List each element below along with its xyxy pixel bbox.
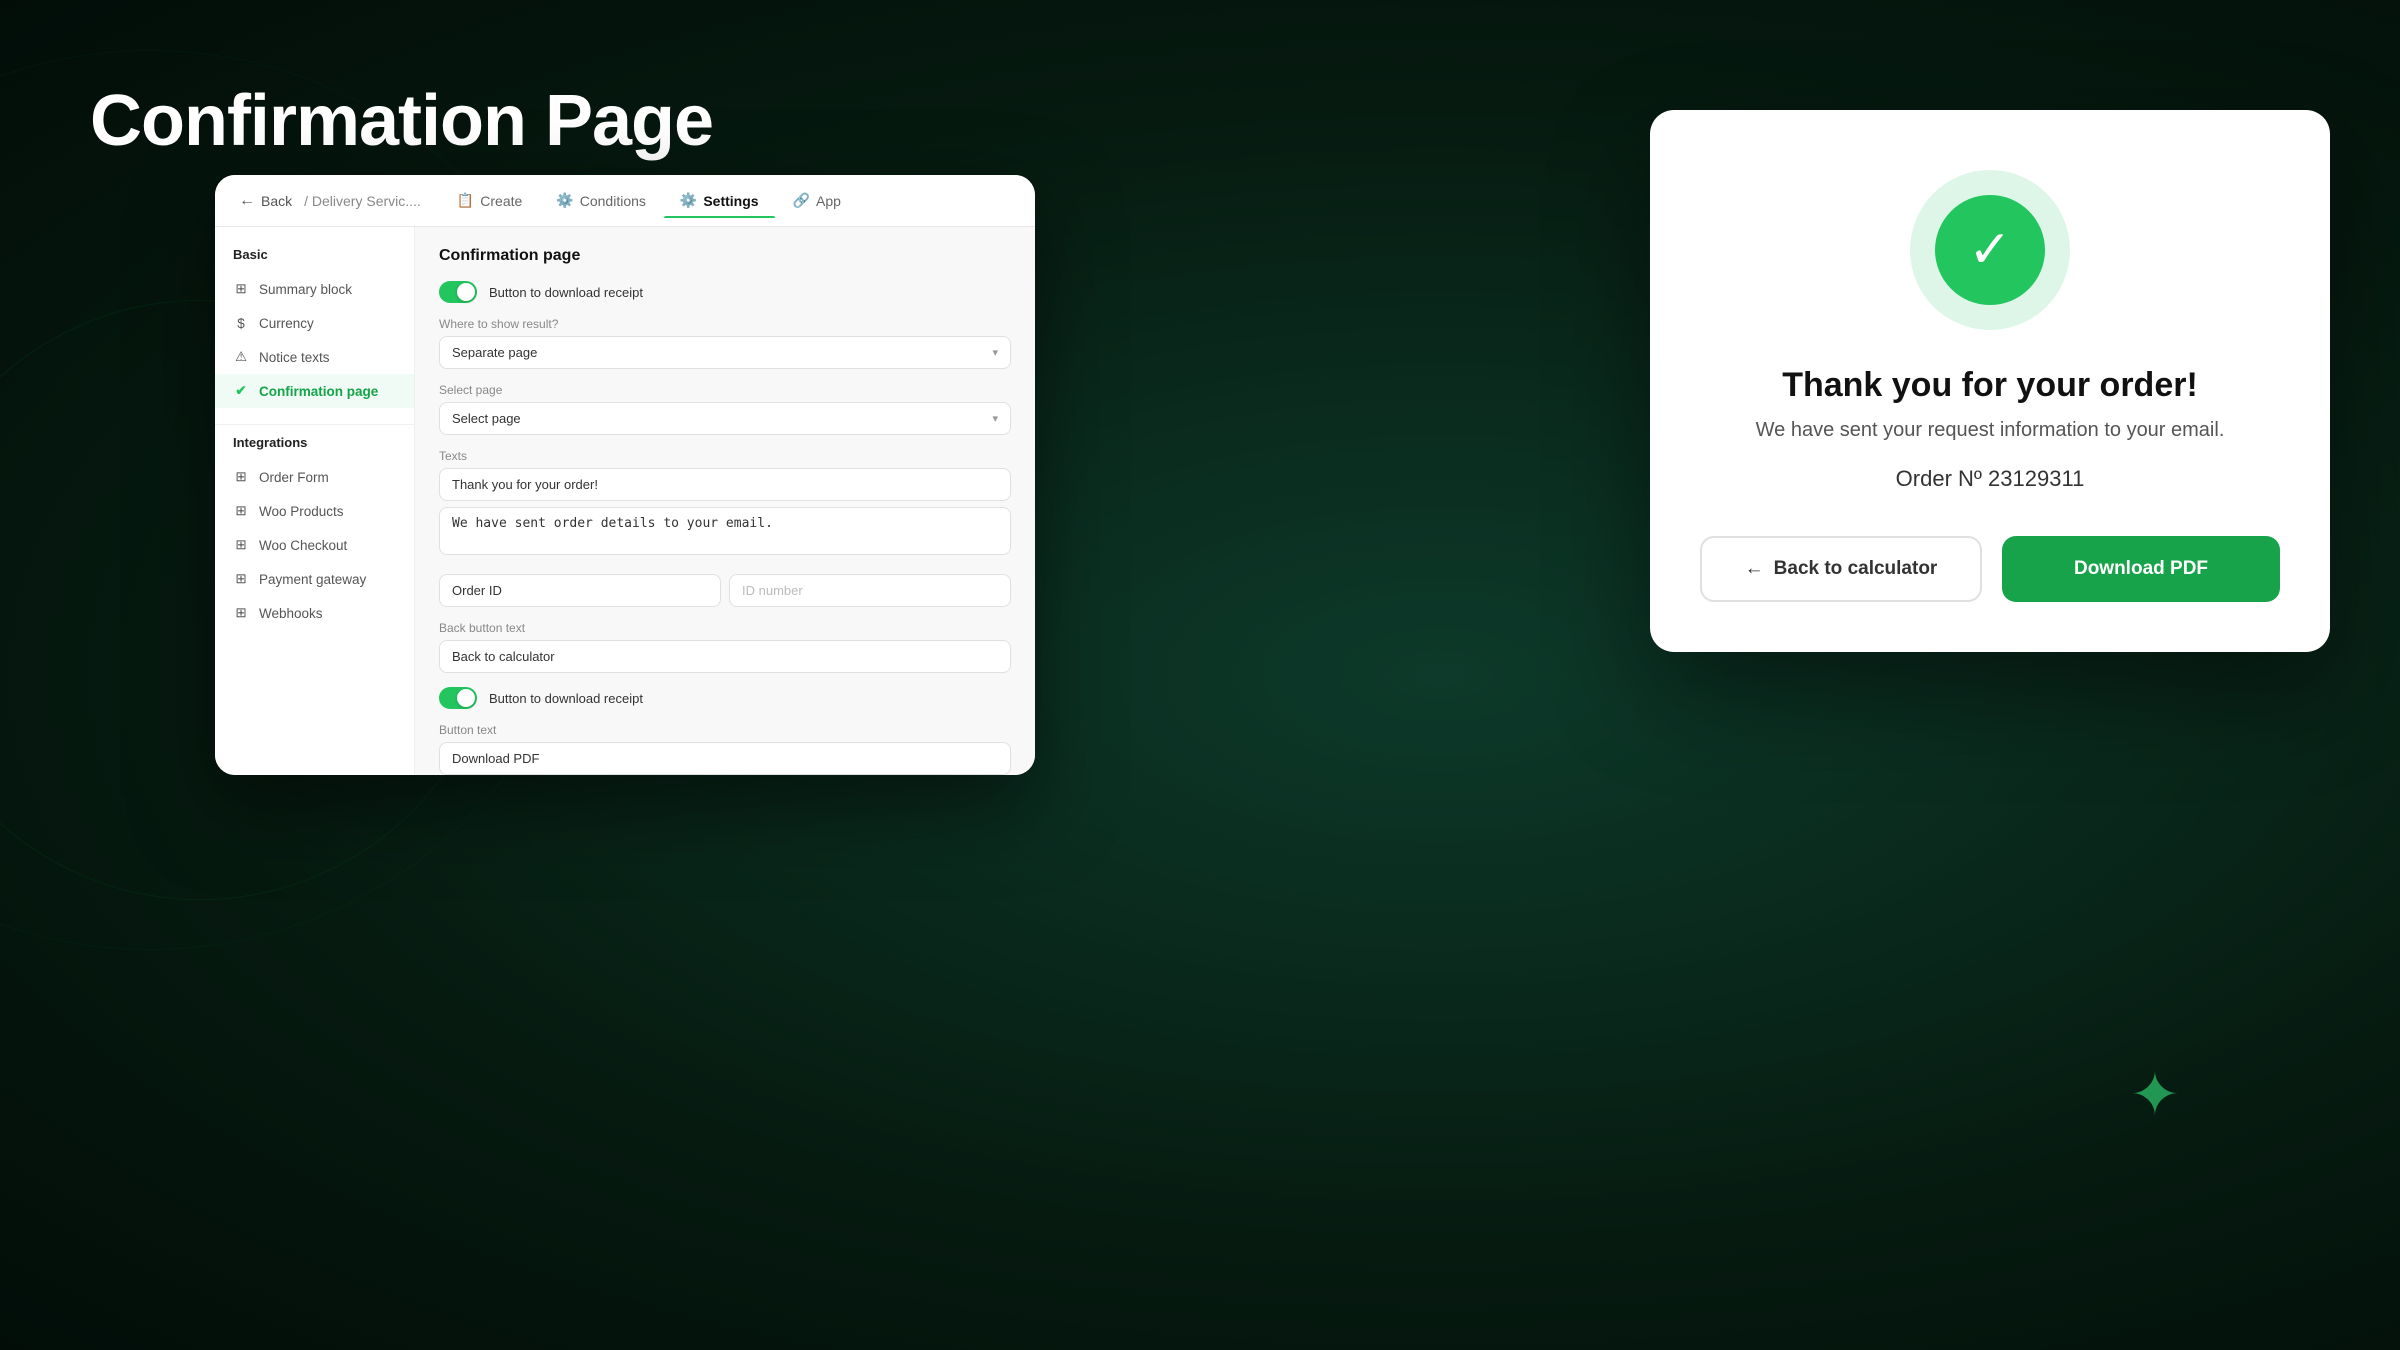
sidebar-item-currency[interactable]: $ Currency	[215, 306, 414, 340]
chevron-down-icon-2: ▾	[992, 412, 998, 425]
create-icon: 📋	[457, 192, 474, 209]
bg-star-decoration: ✦	[2130, 1060, 2180, 1130]
texts-row: Texts Thank you for your order! We have …	[439, 449, 1011, 560]
webhooks-icon: ⊞	[233, 605, 249, 621]
nav-bar: ← Back / Delivery Servic.... 📋 Create ⚙️…	[215, 175, 1035, 227]
texts-label: Texts	[439, 449, 1011, 463]
tab-app[interactable]: 🔗 App	[777, 184, 857, 217]
woo-products-icon: ⊞	[233, 503, 249, 519]
panel-title: Confirmation page	[439, 247, 1011, 265]
confirmation-page-icon: ✔	[233, 383, 249, 399]
where-to-show-row: Where to show result? Separate page ▾	[439, 317, 1011, 369]
download-pdf-button[interactable]: Download PDF	[2002, 536, 2280, 602]
button-text-row: Button text Download PDF	[439, 723, 1011, 775]
text-thank-you-input[interactable]: Thank you for your order!	[439, 468, 1011, 501]
order-id-input[interactable]: Order ID	[439, 574, 721, 607]
arrow-left-icon: ←	[1745, 558, 1764, 580]
back-arrow-icon: ←	[239, 192, 255, 210]
toggle-download-receipt-row: Button to download receipt	[439, 281, 1011, 303]
tab-create[interactable]: 📋 Create	[441, 184, 538, 217]
where-to-show-label: Where to show result?	[439, 317, 1011, 331]
summary-block-icon: ⊞	[233, 281, 249, 297]
sidebar-item-order-form[interactable]: ⊞ Order Form	[215, 460, 414, 494]
nav-tabs: 📋 Create ⚙️ Conditions ⚙️ Settings 🔗 App	[441, 184, 857, 217]
page-title: Confirmation Page	[90, 80, 713, 162]
sidebar-item-webhooks[interactable]: ⊞ Webhooks	[215, 596, 414, 630]
back-button-text-label: Back button text	[439, 621, 1011, 635]
select-page-row: Select page Select page ▾	[439, 383, 1011, 435]
order-form-icon: ⊞	[233, 469, 249, 485]
text-order-details-input[interactable]: We have sent order details to your email…	[439, 507, 1011, 555]
order-id-placeholder-input[interactable]: ID number	[729, 574, 1011, 607]
chevron-down-icon: ▾	[992, 346, 998, 359]
toggle-download-receipt2-label: Button to download receipt	[489, 691, 643, 706]
button-text-input[interactable]: Download PDF	[439, 742, 1011, 775]
app-window: ← Back / Delivery Servic.... 📋 Create ⚙️…	[215, 175, 1035, 775]
toggle-download-receipt[interactable]	[439, 281, 477, 303]
sidebar-item-summary-block[interactable]: ⊞ Summary block	[215, 272, 414, 306]
content-area: Basic ⊞ Summary block $ Currency ⚠ Notic…	[215, 227, 1035, 775]
back-to-calculator-button[interactable]: ← Back to calculator	[1700, 536, 1982, 602]
order-id-row: Order ID ID number	[439, 574, 1011, 607]
back-label: Back	[261, 193, 292, 209]
sidebar-item-payment-gateway[interactable]: ⊞ Payment gateway	[215, 562, 414, 596]
preview-order-number: Order Nº 23129311	[1896, 466, 2085, 492]
sidebar: Basic ⊞ Summary block $ Currency ⚠ Notic…	[215, 227, 415, 775]
back-button-text-row: Back button text Back to calculator	[439, 621, 1011, 673]
main-panel: Confirmation page Button to download rec…	[415, 227, 1035, 775]
toggle-download-receipt-2[interactable]	[439, 687, 477, 709]
select-page-label: Select page	[439, 383, 1011, 397]
success-icon-inner: ✓	[1935, 195, 2045, 305]
currency-icon: $	[233, 315, 249, 331]
toggle-download-receipt2-row: Button to download receipt	[439, 687, 1011, 709]
conditions-icon: ⚙️	[556, 192, 573, 209]
sidebar-item-woo-products[interactable]: ⊞ Woo Products	[215, 494, 414, 528]
checkmark-icon: ✓	[1968, 224, 2012, 276]
sidebar-item-confirmation-page[interactable]: ✔ Confirmation page	[215, 374, 414, 408]
preview-buttons: ← Back to calculator Download PDF	[1700, 536, 2280, 602]
preview-card: ✓ Thank you for your order! We have sent…	[1650, 110, 2330, 652]
success-icon-wrapper: ✓	[1910, 170, 2070, 330]
app-icon: 🔗	[793, 192, 810, 209]
notice-texts-icon: ⚠	[233, 349, 249, 365]
woo-checkout-icon: ⊞	[233, 537, 249, 553]
preview-title: Thank you for your order!	[1782, 366, 2198, 405]
button-text-label: Button text	[439, 723, 1011, 737]
nav-back[interactable]: ← Back	[239, 192, 292, 210]
select-page-select[interactable]: Select page ▾	[439, 402, 1011, 435]
tab-settings[interactable]: ⚙️ Settings	[664, 184, 775, 217]
toggle-download-receipt-label: Button to download receipt	[489, 285, 643, 300]
sidebar-item-notice-texts[interactable]: ⚠ Notice texts	[215, 340, 414, 374]
breadcrumb: / Delivery Servic....	[304, 193, 421, 209]
sidebar-integrations-label: Integrations	[215, 424, 414, 460]
preview-subtitle: We have sent your request information to…	[1756, 419, 2225, 442]
back-button-text-input[interactable]: Back to calculator	[439, 640, 1011, 673]
tab-conditions[interactable]: ⚙️ Conditions	[540, 184, 662, 217]
settings-icon: ⚙️	[680, 192, 697, 209]
payment-gateway-icon: ⊞	[233, 571, 249, 587]
sidebar-item-woo-checkout[interactable]: ⊞ Woo Checkout	[215, 528, 414, 562]
sidebar-basic-label: Basic	[215, 247, 414, 272]
where-to-show-select[interactable]: Separate page ▾	[439, 336, 1011, 369]
